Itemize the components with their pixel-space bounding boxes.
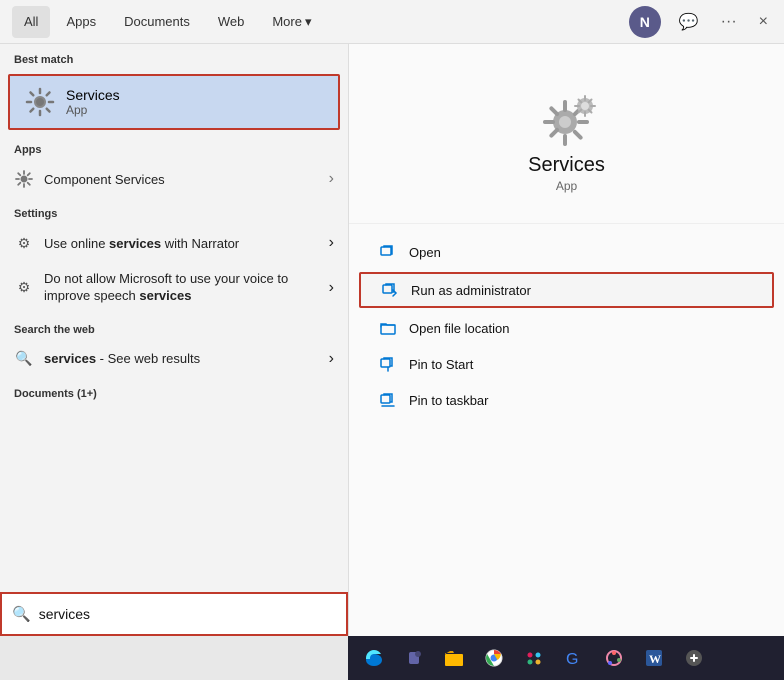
explorer-icon[interactable] — [436, 640, 472, 676]
pin-to-taskbar-label: Pin to taskbar — [409, 393, 489, 408]
run-as-admin-action[interactable]: Run as administrator — [359, 272, 774, 308]
pin-taskbar-icon — [379, 391, 397, 409]
google-icon[interactable]: G — [556, 640, 592, 676]
misc-icon[interactable] — [676, 640, 712, 676]
pin-start-icon — [379, 355, 397, 373]
component-services-arrow — [329, 170, 334, 188]
actions-list: Open Run as administrator — [349, 224, 784, 428]
teams-icon[interactable] — [396, 640, 432, 676]
main-content: Best match Services App Apps — [0, 44, 784, 636]
runas-icon — [381, 281, 399, 299]
web-arrow — [329, 350, 334, 368]
tab-bar: All Apps Documents Web More — [12, 6, 629, 38]
best-match-label: Best match — [0, 44, 348, 70]
narrator-icon: ⚙ — [14, 233, 34, 253]
narrator-label: Use online services with Narrator — [44, 236, 239, 251]
app-type: App — [556, 179, 577, 193]
best-match-subtitle: App — [66, 103, 120, 117]
open-file-location-action[interactable]: Open file location — [349, 310, 784, 346]
best-match-text: Services App — [66, 87, 120, 117]
app-preview: Services App — [349, 64, 784, 224]
open-file-location-label: Open file location — [409, 321, 509, 336]
search-web-icon: 🔍 — [14, 349, 34, 369]
top-bar-right: N 💬 ··· × — [629, 6, 772, 38]
component-services-icon — [14, 169, 34, 189]
component-services-item[interactable]: Component Services — [0, 160, 348, 198]
more-options-icon[interactable]: ··· — [717, 9, 741, 35]
chrome-icon[interactable] — [476, 640, 512, 676]
component-services-label: Component Services — [44, 172, 165, 187]
speech-label: Do not allow Microsoft to use your voice… — [44, 271, 304, 305]
open-action[interactable]: Open — [349, 234, 784, 270]
narrator-arrow — [329, 234, 334, 252]
pin-to-start-label: Pin to Start — [409, 357, 473, 372]
web-search-item[interactable]: 🔍 services - See web results — [0, 340, 348, 378]
tab-web[interactable]: Web — [206, 6, 257, 38]
taskbar: G W — [348, 636, 784, 680]
search-input[interactable] — [39, 606, 179, 622]
speech-services-item[interactable]: ⚙ Do not allow Microsoft to use your voi… — [0, 262, 348, 314]
close-icon[interactable]: × — [755, 9, 772, 35]
best-match-title: Services — [66, 87, 120, 103]
paint-icon[interactable] — [596, 640, 632, 676]
narrator-services-item[interactable]: ⚙ Use online services with Narrator — [0, 224, 348, 262]
edge-icon[interactable] — [356, 640, 392, 676]
app-name: Services — [528, 154, 605, 177]
pin-to-taskbar-action[interactable]: Pin to taskbar — [349, 382, 784, 418]
settings-section-label: Settings — [0, 198, 348, 224]
left-panel: Best match Services App Apps — [0, 44, 348, 636]
folder-icon — [379, 319, 397, 337]
web-section-label: Search the web — [0, 314, 348, 340]
search-icon: 🔍 — [12, 605, 31, 623]
chevron-down-icon — [305, 14, 312, 30]
services-large-icon — [527, 84, 607, 154]
services-app-icon — [24, 86, 56, 118]
docs-section-label: Documents (1+) — [0, 378, 348, 404]
open-icon — [379, 243, 397, 261]
tab-more[interactable]: More — [260, 6, 323, 38]
top-bar: All Apps Documents Web More N 💬 ··· × — [0, 0, 784, 44]
svg-text:W: W — [649, 652, 661, 666]
tab-documents[interactable]: Documents — [112, 6, 202, 38]
speech-arrow — [329, 279, 334, 297]
pin-to-start-action[interactable]: Pin to Start — [349, 346, 784, 382]
feedback-icon[interactable]: 💬 — [675, 8, 703, 36]
search-bar: 🔍 — [0, 592, 348, 636]
word-icon[interactable]: W — [636, 640, 672, 676]
right-panel: Services App Open — [348, 44, 784, 636]
tab-apps[interactable]: Apps — [54, 6, 108, 38]
speech-icon: ⚙ — [14, 278, 34, 298]
web-search-label: services - See web results — [44, 351, 200, 366]
apps-section-label: Apps — [0, 134, 348, 160]
svg-text:G: G — [566, 651, 578, 668]
slack-icon[interactable] — [516, 640, 552, 676]
run-as-admin-label: Run as administrator — [411, 283, 531, 298]
open-label: Open — [409, 245, 441, 260]
tab-all[interactable]: All — [12, 6, 50, 38]
avatar[interactable]: N — [629, 6, 661, 38]
best-match-item[interactable]: Services App — [8, 74, 340, 130]
